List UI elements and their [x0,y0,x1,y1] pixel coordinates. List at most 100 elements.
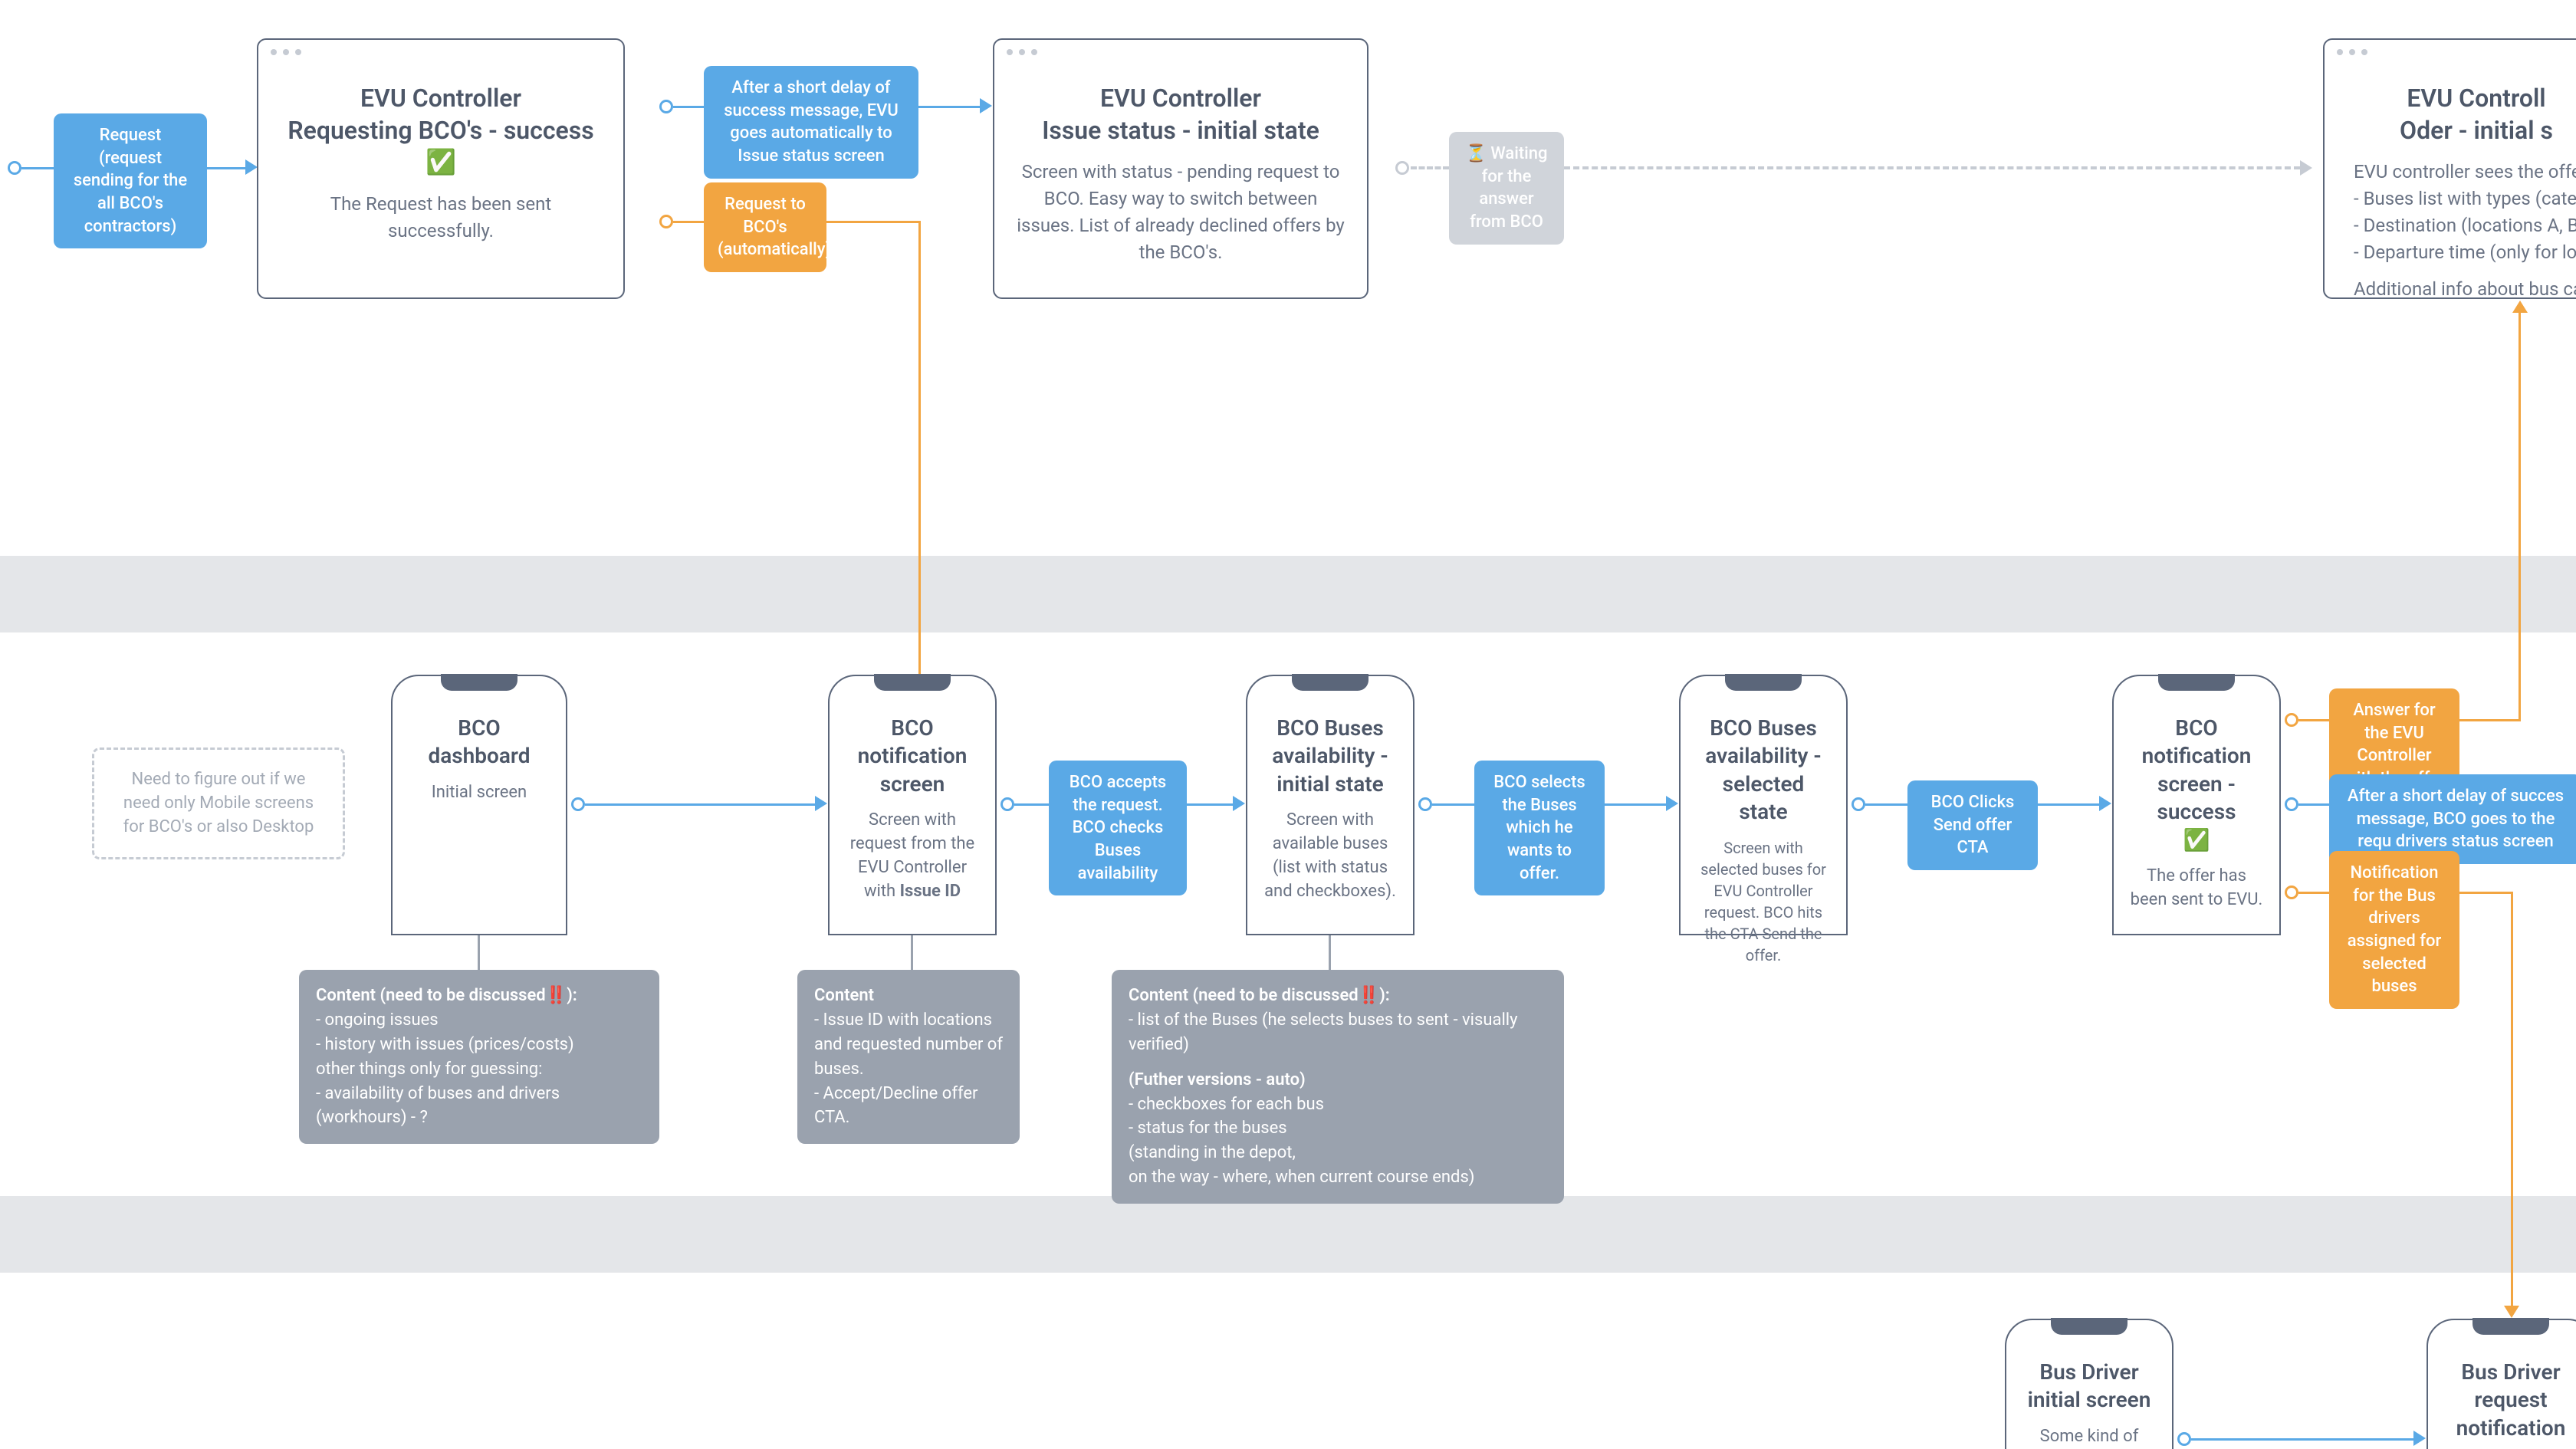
phone-title-2: request [2474,1387,2547,1412]
placeholder-mobile-desktop: Need to figure out if we need only Mobil… [92,748,345,859]
chip-request-to-bcos[interactable]: Request to BCO's (automatically) [704,182,826,272]
note-line: on the way - where, when current course … [1129,1165,1547,1190]
phone-title-1: BCO notification [2142,715,2252,768]
connector-vertical [2518,310,2521,719]
chip-driver-notification[interactable]: Notification for the Bus drivers assigne… [2329,851,2459,1009]
window-dots-icon [1007,49,1037,55]
flow-canvas[interactable]: Request (request sending for the all BCO… [0,0,2576,1449]
arrowhead-down-icon [2504,1306,2519,1318]
window-subtitle: Screen with status - pending request to … [1016,159,1346,265]
port-orange [659,215,673,228]
note-line: - checkboxes for each bus [1129,1092,1547,1117]
phone-title-2: initial screen [2028,1387,2151,1412]
phone-title-2: availability - [1705,743,1821,768]
note-availability-content: Content (need to be discussed‼️): - list… [1112,970,1564,1204]
phone-bco-notification[interactable]: BCO notification screen Screen with requ… [828,675,997,935]
arrowhead-icon [245,159,258,175]
window-dots-icon [271,49,301,55]
connector [2298,892,2329,894]
port [571,797,585,811]
port [1001,797,1014,811]
chip-bco-accepts[interactable]: BCO accepts the request. BCO checks Buse… [1049,761,1187,895]
window-sub-l1: EVU controller sees the offer [2354,159,2576,186]
phone-subtitle: Some kind of [2022,1425,2157,1449]
chip-request[interactable]: Request (request sending for the all BCO… [54,113,207,248]
chip-waiting[interactable]: ⏳ Waiting for the answer from BCO [1449,132,1564,245]
window-evu-issue-status[interactable]: EVU Controller Issue status - initial st… [993,38,1368,299]
connector-dashed [1411,166,1449,169]
port [1418,797,1432,811]
connector [2191,1438,2413,1441]
phone-title-1: BCO [458,715,500,741]
window-title-1: EVU Controller [1100,84,1261,113]
note-pointer [478,935,480,970]
arrowhead-icon [2413,1431,2426,1446]
window-title-2: Oder - initial s [2400,116,2553,145]
phone-bco-availability-selected[interactable]: BCO Buses availability - selected state … [1679,675,1848,935]
placeholder-label: Need to figure out if we need only Mobil… [123,770,314,836]
note-subheading: (Futher versions - auto) [1129,1068,1547,1092]
connector [2298,719,2329,721]
connector [207,167,245,169]
note-line: - ongoing issues [316,1008,642,1033]
phone-bco-notification-success[interactable]: BCO notification screen - success ✅ The … [2112,675,2281,935]
phone-title-1: BCO Buses [1276,715,1384,741]
phone-title-3: ✅ [2183,827,2210,853]
chip-driver-notif-label: Notification for the Bus drivers assigne… [2348,863,2442,996]
arrowhead-icon [980,98,992,113]
port [2177,1432,2191,1446]
connector [585,803,815,806]
note-pointer [911,935,913,970]
phone-subtitle: Screen with available buses (list with s… [1263,809,1398,903]
chip-bco-clicks-send[interactable]: BCO Clicks Send offer CTA [1907,780,2038,870]
note-line: - list of the Buses (he selects buses to… [1129,1008,1547,1057]
phone-title-1: BCO notification [858,715,968,768]
chip-accepts-label: BCO accepts the request. BCO checks Buse… [1070,773,1167,883]
window-sub-l4: - Departure time (only for lo [2354,239,2576,266]
phone-subtitle: Initial screen [408,781,550,805]
arrowhead-icon [1233,796,1245,811]
window-sub-l2: - Buses list with types (categ [2354,186,2576,212]
lane-divider-1 [0,556,2576,632]
chip-after-delay-label: After a short delay of success message, … [724,78,899,166]
phone-bco-availability-initial[interactable]: BCO Buses availability - initial state S… [1246,675,1414,935]
phone-title-2: dashboard [428,743,530,768]
note-heading: Content [814,984,1003,1008]
chip-request-label: Request (request sending for the all BCO… [74,126,187,236]
connector [1014,803,1049,806]
note-line: - history with issues (prices/costs) [316,1033,642,1057]
chip-waiting-label: ⏳ Waiting for the answer from BCO [1466,144,1548,232]
window-title-2: Issue status - initial state [1042,116,1319,145]
connector-dashed [1564,166,2300,169]
phone-bco-dashboard[interactable]: BCO dashboard Initial screen [391,675,567,935]
phone-title-3: selected state [1723,771,1805,824]
phone-bus-driver-request-notification[interactable]: Bus Driver request notification An initi… [2426,1319,2576,1449]
port-grey [1395,161,1409,175]
phone-bus-driver-initial[interactable]: Bus Driver initial screen Some kind of [2005,1319,2174,1449]
phone-title-2: screen [880,771,945,797]
connector [2038,803,2099,806]
window-evu-oder-initial[interactable]: EVU Controll Oder - initial s EVU contro… [2323,38,2576,299]
port [2285,797,2298,811]
connector [918,106,980,108]
arrowhead-icon [815,796,827,811]
window-evu-request-success[interactable]: EVU Controller Requesting BCO's - succes… [257,38,625,299]
connector [21,167,54,169]
note-line: - Issue ID with locations and requested … [814,1008,1003,1082]
arrowhead-icon [2300,160,2312,176]
connector [826,221,918,223]
connector [673,106,704,108]
phone-title-3: notification [2456,1415,2566,1441]
port [659,100,673,113]
chip-bco-selects[interactable]: BCO selects the Buses which he wants to … [1474,761,1605,895]
window-title-1: EVU Controller [360,84,521,113]
window-sub-l6: Additional info about bus cap [2354,276,2576,303]
note-line: - status for the buses [1129,1116,1547,1141]
chip-after-delay[interactable]: After a short delay of success message, … [704,66,918,179]
phone-title-1: Bus Driver [2461,1359,2560,1385]
phone-sub-bold: Issue ID [900,882,961,901]
phone-subtitle: The offer has been sent to EVU. [2129,865,2264,912]
chip-clicks-label: BCO Clicks Send offer CTA [1931,793,2015,857]
window-title-1: EVU Controll [2407,84,2545,113]
phone-subtitle: Screen with selected buses for EVU Contr… [1696,837,1831,966]
